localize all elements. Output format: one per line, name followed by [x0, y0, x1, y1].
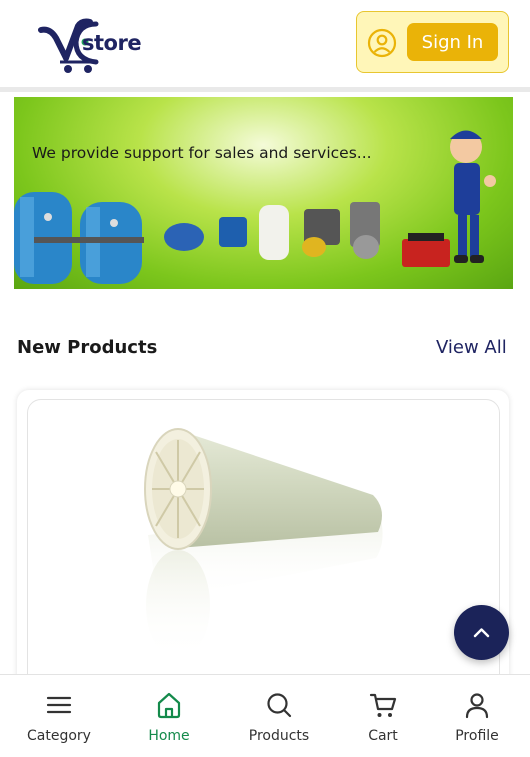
- signin-panel: Sign In: [356, 11, 509, 73]
- sign-in-button[interactable]: Sign In: [407, 23, 498, 61]
- cart-icon: [369, 693, 397, 717]
- nav-label-category: Category: [27, 728, 91, 744]
- nav-label-cart: Cart: [368, 728, 398, 744]
- nav-label-products: Products: [248, 728, 310, 744]
- nav-item-category[interactable]: Category: [9, 675, 109, 757]
- product-card[interactable]: [17, 390, 509, 690]
- nav-item-home[interactable]: Home: [119, 675, 219, 757]
- chevron-up-icon: [473, 628, 490, 638]
- nav-item-profile[interactable]: Profile: [427, 675, 527, 757]
- view-all-link[interactable]: View All: [436, 337, 507, 358]
- nav-item-cart[interactable]: Cart: [333, 675, 433, 757]
- nav-label-home: Home: [148, 728, 190, 744]
- search-icon: [267, 693, 292, 718]
- section-title-new-products: New Products: [17, 337, 158, 358]
- user-icon: [465, 693, 489, 719]
- product-image: [144, 428, 383, 660]
- bottom-nav: Category Home Products Cart Profile: [0, 674, 530, 757]
- user-circle-icon[interactable]: [367, 28, 397, 58]
- app-header: store Sign In: [0, 0, 530, 92]
- scroll-to-top-button[interactable]: [454, 605, 509, 660]
- banner-illustration: [14, 130, 496, 284]
- product-image-frame: [27, 399, 500, 689]
- logo-text: store: [82, 31, 142, 55]
- nav-item-products[interactable]: Products: [229, 675, 329, 757]
- promo-banner[interactable]: We provide support for sales and service…: [14, 97, 513, 289]
- nav-label-profile: Profile: [455, 728, 499, 744]
- home-icon: [157, 692, 181, 719]
- menu-icon: [46, 696, 72, 714]
